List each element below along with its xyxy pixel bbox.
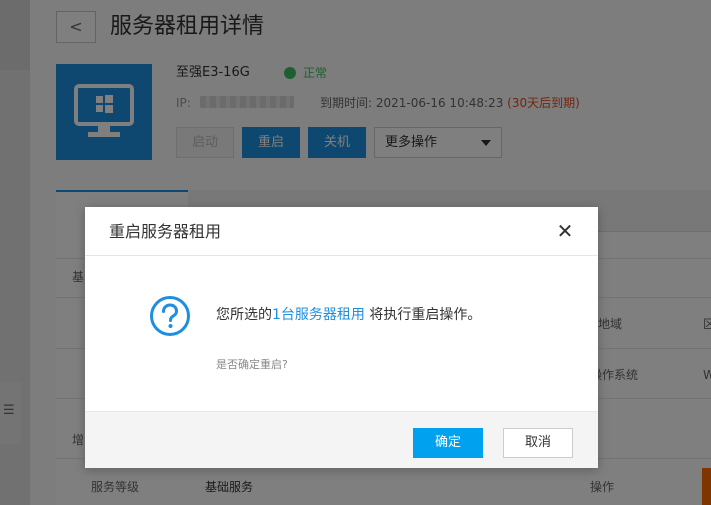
cancel-button[interactable]: 取消	[503, 428, 573, 458]
dialog-message: 您所选的1台服务器租用 将执行重启操作。	[216, 305, 481, 325]
message-prefix: 您所选的	[216, 307, 272, 323]
confirm-button[interactable]: 确定	[413, 428, 483, 458]
dialog-title: 重启服务器租用	[109, 222, 222, 241]
dialog-header: 重启服务器租用 ✕	[85, 207, 598, 256]
message-suffix: 将执行重启操作。	[364, 307, 482, 323]
question-icon	[150, 296, 190, 336]
dialog-footer: 确定 取消	[85, 411, 598, 468]
restart-confirm-dialog: 重启服务器租用 ✕ 您所选的1台服务器租用 将执行重启操作。 是否确定重启? 确…	[85, 207, 598, 468]
confirm-question: 是否确定重启?	[216, 358, 288, 371]
close-icon[interactable]: ✕	[555, 221, 575, 241]
message-highlight: 1台服务器租用	[272, 307, 365, 323]
